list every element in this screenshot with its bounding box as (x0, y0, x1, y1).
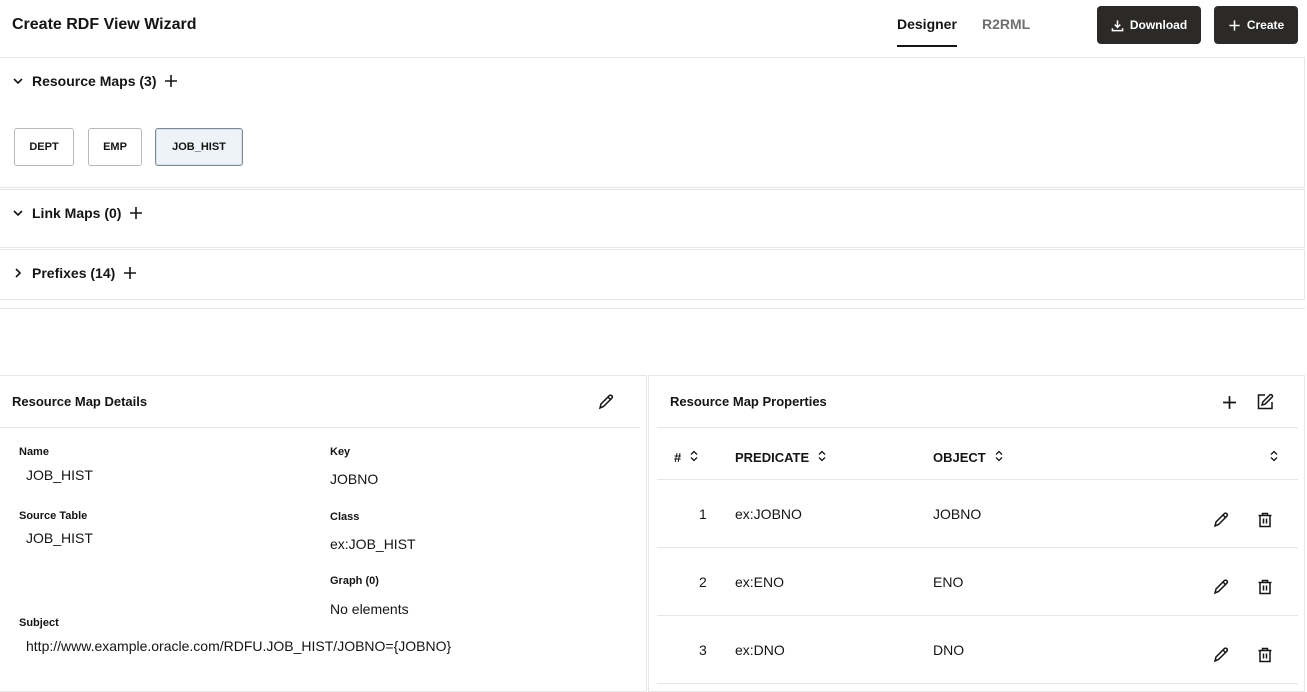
sort-icon[interactable] (817, 450, 827, 465)
column-header-predicate-label: PREDICATE (735, 450, 810, 465)
create-button[interactable]: Create (1214, 6, 1298, 44)
details-title: Resource Map Details (12, 394, 148, 409)
column-header-number[interactable]: # (674, 450, 699, 465)
class-value: ex:JOB_HIST (330, 536, 416, 552)
name-value: JOB_HIST (26, 467, 93, 483)
top-bar: Create RDF View Wizard Designer R2RML Do… (0, 0, 1307, 52)
graph-label: Graph (0) (330, 575, 379, 587)
edit-row-pencil-icon[interactable] (1210, 644, 1232, 666)
properties-title: Resource Map Properties (670, 394, 827, 409)
link-maps-section: Link Maps (0) (0, 189, 1305, 248)
divider (657, 615, 1298, 616)
key-value: JOBNO (330, 471, 379, 487)
chevron-down-icon[interactable] (12, 207, 24, 219)
divider (657, 683, 1298, 684)
edit-details-pencil-icon[interactable] (596, 392, 616, 412)
resource-map-chip-emp[interactable]: EMP (88, 128, 142, 166)
delete-row-trash-icon[interactable] (1254, 644, 1276, 666)
tab-r2rml[interactable]: R2RML (982, 16, 1030, 47)
column-header-actions[interactable] (1269, 450, 1279, 465)
prefixes-header: Prefixes (14) (12, 265, 137, 281)
row-predicate: ex:JOBNO (735, 506, 802, 522)
resource-maps-section: Resource Maps (3) DEPT EMP JOB_HIST (0, 57, 1305, 188)
subject-label: Subject (19, 617, 59, 629)
row-predicate: ex:ENO (735, 574, 785, 590)
add-property-icon[interactable] (1219, 392, 1239, 412)
download-button[interactable]: Download (1097, 6, 1201, 44)
chevron-down-icon[interactable] (12, 75, 24, 87)
resource-map-chip-job-hist[interactable]: JOB_HIST (155, 128, 243, 166)
column-header-object[interactable]: OBJECT (933, 450, 1004, 465)
row-object: ENO (933, 574, 964, 590)
source-table-label: Source Table (19, 510, 88, 522)
column-header-predicate[interactable]: PREDICATE (735, 450, 827, 465)
add-resource-map-icon[interactable] (164, 74, 178, 88)
download-label: Download (1129, 18, 1188, 32)
add-link-map-icon[interactable] (129, 206, 143, 220)
bulk-edit-icon[interactable] (1254, 391, 1276, 413)
resource-map-details-card: Resource Map Details Name JOB_HIST Key J… (0, 375, 647, 692)
resource-map-chip-dept[interactable]: DEPT (14, 128, 74, 166)
subject-value: http://www.example.oracle.com/RDFU.JOB_H… (26, 638, 452, 654)
class-label: Class (330, 511, 360, 523)
sort-icon[interactable] (689, 450, 699, 465)
row-number: 2 (699, 574, 707, 590)
resource-map-properties-card: Resource Map Properties # PREDICATE OBJE… (648, 375, 1305, 692)
page-title: Create RDF View Wizard (12, 16, 197, 33)
prefixes-label: Prefixes (14) (32, 265, 116, 281)
resource-maps-header: Resource Maps (3) (12, 73, 178, 89)
add-prefix-icon[interactable] (123, 266, 137, 280)
sort-icon[interactable] (1269, 450, 1279, 465)
row-predicate: ex:DNO (735, 642, 785, 658)
column-header-number-label: # (674, 450, 682, 465)
tab-designer[interactable]: Designer (897, 16, 957, 47)
source-table-value: JOB_HIST (26, 530, 93, 546)
row-object: JOBNO (933, 506, 982, 522)
edit-row-pencil-icon[interactable] (1210, 509, 1232, 531)
divider (657, 547, 1298, 548)
download-icon (1111, 19, 1124, 32)
chevron-right-icon[interactable] (12, 267, 24, 279)
edit-row-pencil-icon[interactable] (1210, 576, 1232, 598)
plus-icon (1228, 19, 1241, 32)
divider (657, 479, 1298, 480)
graph-value: No elements (330, 601, 409, 617)
sort-icon[interactable] (994, 450, 1004, 465)
divider (0, 308, 1305, 309)
divider (657, 427, 1298, 428)
column-header-object-label: OBJECT (933, 450, 986, 465)
create-label: Create (1246, 18, 1285, 32)
prefixes-section: Prefixes (14) (0, 249, 1305, 300)
delete-row-trash-icon[interactable] (1254, 576, 1276, 598)
delete-row-trash-icon[interactable] (1254, 509, 1276, 531)
row-object: DNO (933, 642, 965, 658)
name-label: Name (19, 446, 49, 458)
resource-maps-label: Resource Maps (3) (32, 73, 157, 89)
link-maps-header: Link Maps (0) (12, 205, 143, 221)
row-number: 1 (699, 506, 707, 522)
link-maps-label: Link Maps (0) (32, 205, 122, 221)
divider (0, 427, 640, 428)
key-label: Key (330, 446, 351, 458)
row-number: 3 (699, 642, 707, 658)
